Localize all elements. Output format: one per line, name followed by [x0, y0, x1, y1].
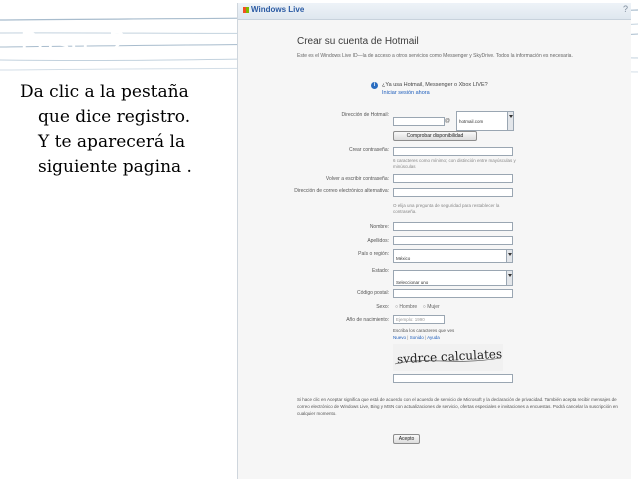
existing-account-notice: ¿Ya usa Hotmail, Messenger o Xbox LIVE? …: [382, 82, 488, 96]
captcha-input[interactable]: [393, 374, 513, 383]
alt-email-input[interactable]: [393, 188, 513, 197]
legal-text: Si hace clic en Aceptar significa que es…: [297, 397, 618, 416]
last-name-label: Apellidos:: [367, 238, 389, 244]
slide-body-text: Da clic a la pestaña que dice registro. …: [20, 80, 235, 180]
captcha-help-link[interactable]: Ayuda: [427, 335, 440, 340]
slide-line: que dice registro.: [38, 107, 191, 127]
last-name-input[interactable]: [393, 236, 513, 245]
windows-live-logo[interactable]: Windows Live: [243, 5, 304, 14]
chevron-down-icon: [506, 250, 512, 262]
captcha-new-link[interactable]: Nuevo: [393, 335, 406, 340]
windows-live-header: Windows Live ?: [238, 3, 631, 20]
captcha-sound-link[interactable]: Sonido: [410, 335, 424, 340]
check-availability-button[interactable]: Comprobar disponibilidad: [393, 131, 477, 141]
form-subtitle: Este es el Windows Live ID—la de acceso …: [297, 53, 573, 59]
chevron-down-icon: [507, 112, 513, 130]
slide-title: Paso :2: [20, 26, 128, 60]
password-confirm-input[interactable]: [393, 174, 513, 183]
help-mark[interactable]: ?: [623, 4, 628, 14]
first-name-input[interactable]: [393, 222, 513, 231]
gender-female-radio[interactable]: ○ Mujer: [423, 304, 440, 310]
password-input[interactable]: [393, 147, 513, 156]
gender-male-radio[interactable]: ○ Hombre: [395, 304, 417, 310]
info-icon: i: [371, 82, 378, 89]
first-name-label: Nombre:: [369, 224, 389, 230]
password-hint: 6 caracteres como mínimo; con distinción…: [393, 158, 516, 169]
at-sign: @: [444, 118, 450, 124]
domain-select[interactable]: hotmail.com: [456, 111, 514, 131]
security-question-link[interactable]: O elija una pregunta de seguridad para r…: [393, 203, 517, 215]
alt-email-label: Dirección de correo electrónico alternat…: [294, 188, 389, 194]
slide-line: Y te aparecerá la: [38, 132, 186, 152]
windows-flag-icon: [243, 6, 249, 13]
password-label: Crear contraseña:: [348, 147, 389, 153]
svg-text:svdrce calculates: svdrce calculates: [397, 347, 503, 366]
country-select[interactable]: México: [393, 249, 513, 263]
gender-options: ○ Hombre ○ Mujer: [395, 304, 440, 310]
slide-line: siguiente pagina .: [38, 157, 192, 177]
captcha-image: svdrce calculates: [393, 344, 503, 371]
captcha-instruction: Escriba los caracteres que ves: [393, 328, 455, 333]
hotmail-signup-screenshot: Windows Live ? Crear su cuenta de Hotmai…: [237, 3, 631, 479]
birth-year-input[interactable]: Ejemplo: 1990: [393, 315, 445, 324]
birth-year-label: Año de nacimiento:: [346, 317, 389, 323]
zip-input[interactable]: [393, 289, 513, 298]
country-label: País o región:: [358, 251, 389, 257]
sign-in-link[interactable]: Iniciar sesión ahora: [382, 90, 430, 96]
chevron-down-icon: [506, 271, 512, 285]
gender-label: Sexo:: [376, 304, 389, 310]
captcha-links: Nuevo | Sonido | Ayuda: [393, 335, 440, 340]
state-label: Estado:: [372, 268, 389, 274]
zip-label: Código postal:: [357, 290, 389, 296]
password-confirm-label: Volver a escribir contraseña:: [325, 176, 389, 182]
accept-button[interactable]: Acepto: [393, 434, 420, 444]
form-heading: Crear su cuenta de Hotmail: [297, 36, 419, 47]
slide-line: Da clic a la pestaña: [20, 82, 189, 102]
state-select[interactable]: Seleccionar uno: [393, 270, 513, 286]
